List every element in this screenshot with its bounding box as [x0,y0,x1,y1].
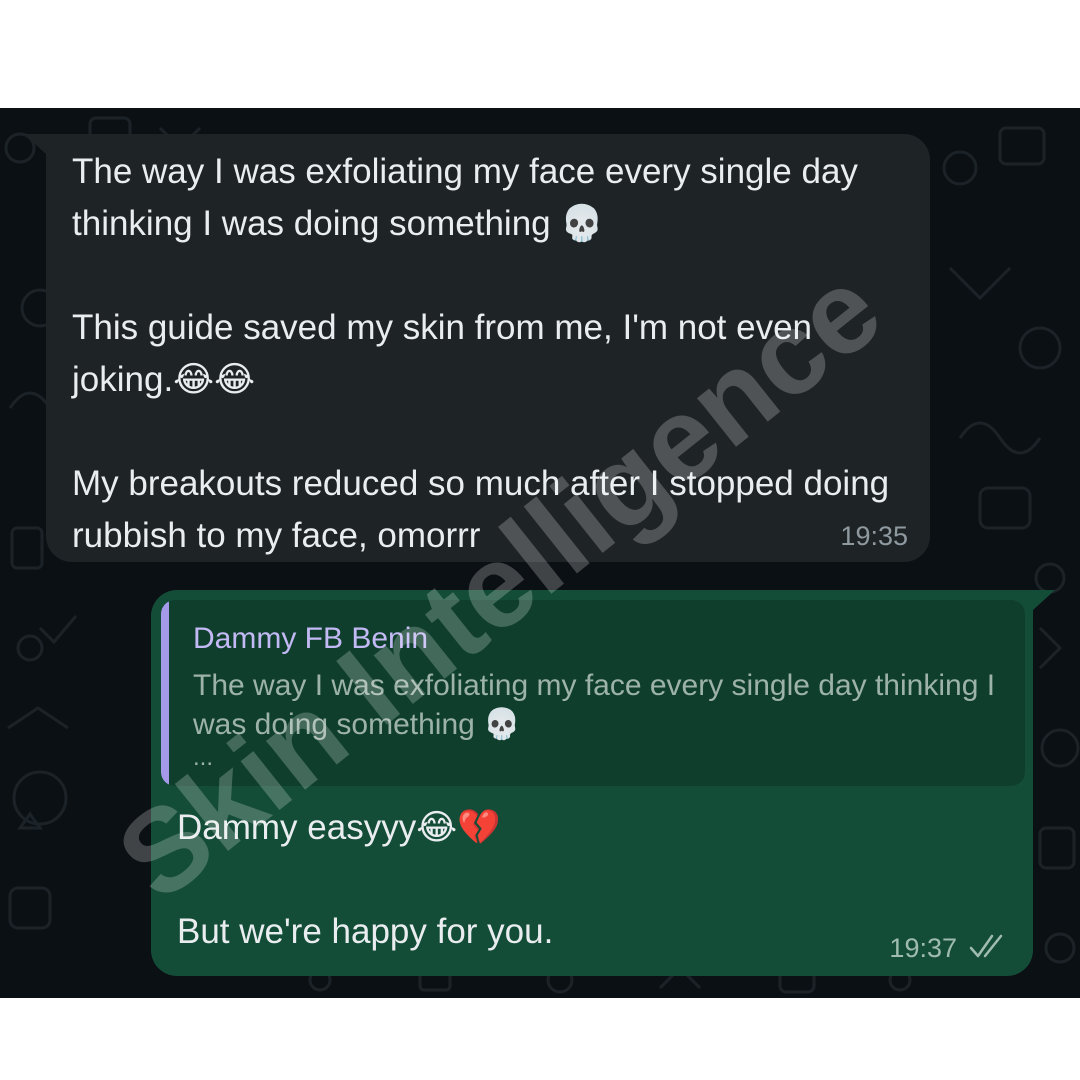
screenshot-frame: The way I was exfoliating my face every … [0,0,1080,1080]
outgoing-message-bubble[interactable]: Dammy FB Benin The way I was exfoliating… [151,590,1055,976]
outgoing-message-time: 19:37 [889,933,957,963]
quoted-reply[interactable]: Dammy FB Benin The way I was exfoliating… [161,600,1025,786]
quoted-text: The way I was exfoliating my face every … [193,669,996,741]
incoming-bubble-tail [24,134,46,154]
incoming-message-bubble[interactable]: The way I was exfoliating my face every … [24,134,930,562]
quoted-text-ellipsis: ... [193,744,214,771]
quote-accent-bar [161,600,169,786]
outgoing-message-text: Dammy easyyy😂💔 But we're happy for you. [177,808,554,951]
incoming-message-text: The way I was exfoliating my face every … [72,152,890,555]
incoming-message-time: 19:35 [840,521,908,551]
outgoing-bubble-tail [1033,590,1055,610]
double-check-icon [969,934,1003,958]
chat-area[interactable]: The way I was exfoliating my face every … [0,108,1080,998]
quoted-author: Dammy FB Benin [193,622,429,655]
